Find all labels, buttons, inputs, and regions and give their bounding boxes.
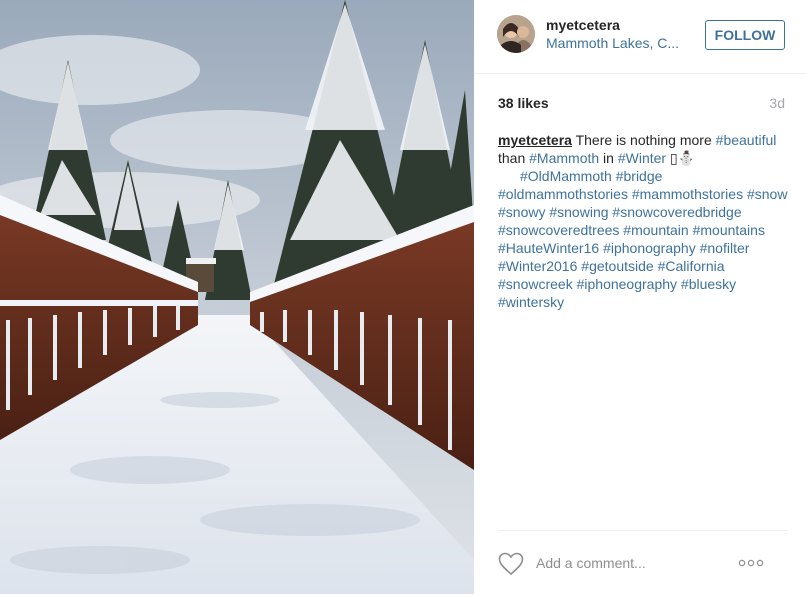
likes-count[interactable]: 38 likes [498,95,549,111]
snowy-bridge-photo [0,0,474,594]
hashtag-link[interactable]: #mammothstories [632,186,743,202]
hashtag-link[interactable]: #Winter2016 [498,258,577,274]
hashtag-link[interactable]: #mountains [693,222,765,238]
caption-emoji: ▯⛄ [666,150,696,166]
caption-text: There is nothing more [571,132,716,148]
hashtag-link[interactable]: #California [658,258,725,274]
hashtag-link[interactable]: #bridge [616,168,663,184]
hashtag-link[interactable]: #OldMammoth [520,168,612,184]
caption-username-link[interactable]: myetcetera [498,132,572,148]
heart-outline-icon[interactable] [498,552,524,576]
caption-text: than [498,150,530,166]
caption-text: in [599,150,618,166]
post-caption: myetcetera There is nothing more #beauti… [498,131,788,311]
comment-input[interactable] [536,552,736,574]
hashtag-link[interactable]: #iphoneography [577,276,677,292]
post-timestamp[interactable]: 3d [769,95,785,111]
post-photo[interactable] [0,0,474,594]
comment-bar [498,530,788,595]
hashtag-link[interactable]: #snowcoveredtrees [498,222,619,238]
hashtag-link[interactable]: #bluesky [681,276,736,292]
avatar[interactable] [497,15,535,53]
post-sidebar: myetcetera Mammoth Lakes, C... FOLLOW 38… [474,0,806,594]
hashtag-link[interactable]: #beautiful [716,132,777,148]
location-link[interactable]: Mammoth Lakes, C... [546,35,696,51]
hashtag-link[interactable]: #snowcoveredbridge [612,204,741,220]
hashtag-link[interactable]: #HauteWinter16 [498,240,599,256]
post-header: myetcetera Mammoth Lakes, C... FOLLOW [474,0,806,74]
hashtag-link[interactable]: #nofilter [700,240,750,256]
hashtag-link[interactable]: #snowcreek [498,276,573,292]
hashtag-link[interactable]: #Mammoth [529,150,599,166]
hashtag-link[interactable]: #oldmammothstories [498,186,628,202]
hashtag-link[interactable]: #snow [747,186,787,202]
hashtag-link[interactable]: #mountain [623,222,688,238]
ellipsis-icon[interactable] [738,558,764,568]
avatar-image [497,15,535,53]
hashtag-link[interactable]: #Winter [618,150,666,166]
username-link[interactable]: myetcetera [546,17,620,33]
instagram-post: myetcetera Mammoth Lakes, C... FOLLOW 38… [0,0,806,594]
hashtag-list: #OldMammoth #bridge #oldmammothstories #… [498,168,787,310]
hashtag-link[interactable]: #snowing [549,204,608,220]
hashtag-link[interactable]: #snowy [498,204,545,220]
follow-button[interactable]: FOLLOW [705,20,785,50]
hashtag-link[interactable]: #iphonography [603,240,696,256]
hashtag-link[interactable]: #wintersky [498,294,564,310]
hashtag-link[interactable]: #getoutside [581,258,653,274]
